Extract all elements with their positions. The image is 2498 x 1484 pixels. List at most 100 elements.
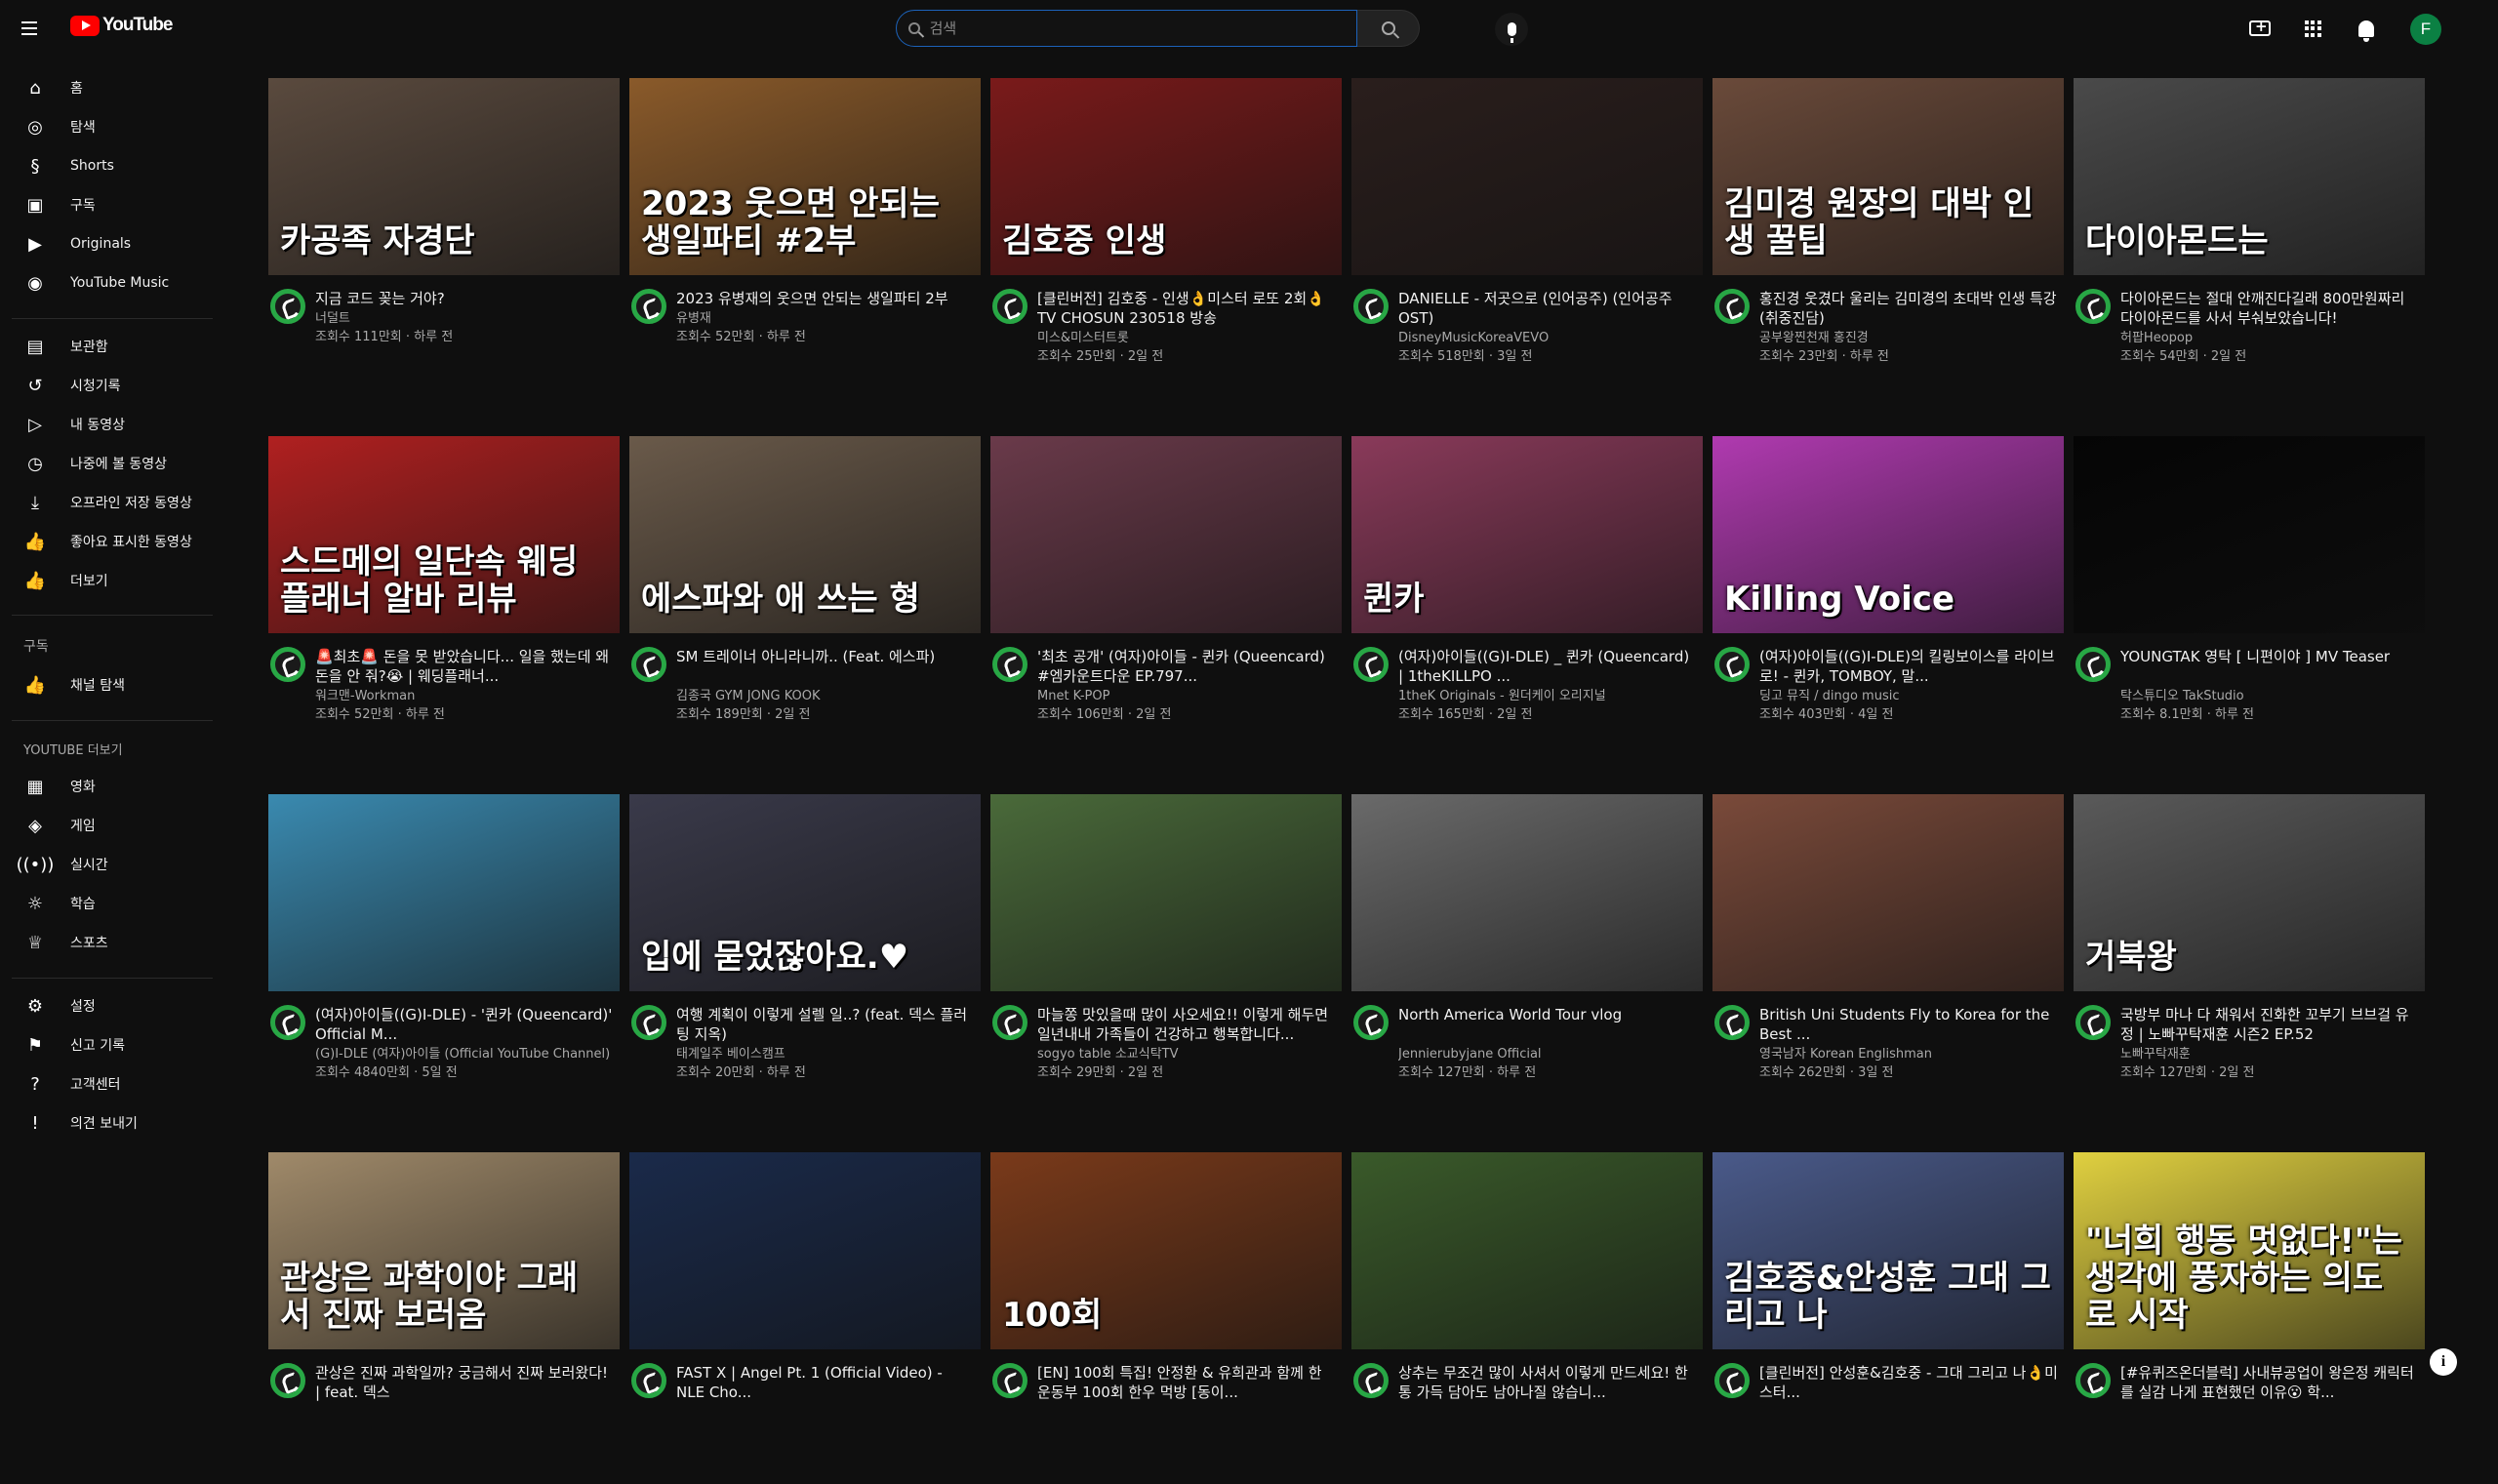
sidebar-item-show-more[interactable]: 👍 더보기	[12, 561, 213, 600]
create-button[interactable]	[2247, 16, 2273, 41]
apps-button[interactable]	[2300, 16, 2325, 41]
sidebar-item-learning[interactable]: ☼ 학습	[12, 884, 213, 923]
sidebar-item-movies[interactable]: ▦ 영화	[12, 767, 213, 806]
video-title[interactable]: [#유퀴즈온더블럭] 사내뷰공업이 왕은정 캐릭터를 실감 나게 표현했던 이유…	[2120, 1363, 2419, 1402]
channel-avatar-icon[interactable]	[1714, 1363, 1750, 1398]
video-title[interactable]: [EN] 100회 특집! 안정환 & 유희관과 함께 한 운동부 100회 한…	[1037, 1363, 1336, 1402]
video-card[interactable]: British Uni Students Fly to Korea for th…	[1712, 794, 2064, 1126]
video-card[interactable]: 카공족 자경단 지금 코드 꽂는 거야? 너덜트 조회수 111만회 · 하루 전	[268, 78, 620, 410]
sidebar-item-liked-videos[interactable]: 👍 좋아요 표시한 동영상	[12, 522, 213, 561]
video-thumbnail[interactable]	[1712, 794, 2064, 991]
channel-name[interactable]: 탁스튜디오 TakStudio	[2120, 687, 2419, 705]
channel-avatar-icon[interactable]	[1714, 1005, 1750, 1040]
video-card[interactable]: 100회 [EN] 100회 특집! 안정환 & 유희관과 함께 한 운동부 10…	[990, 1152, 1342, 1484]
channel-avatar-icon[interactable]	[1714, 289, 1750, 324]
video-card[interactable]: Killing Voice (여자)아이들((G)I-DLE)의 킬링보이스를 라…	[1712, 436, 2064, 768]
channel-avatar-icon[interactable]	[631, 1363, 666, 1398]
channel-avatar-icon[interactable]	[2075, 1005, 2111, 1040]
search-input[interactable]	[929, 20, 1356, 37]
youtube-logo[interactable]: YouTube	[70, 15, 173, 36]
video-title[interactable]: 국방부 마나 다 채워서 진화한 꼬부기 브브걸 유정 | 노빠꾸탁재훈 시즌2…	[2120, 1005, 2419, 1044]
channel-avatar-icon[interactable]	[1353, 1363, 1389, 1398]
video-title[interactable]: [클린버전] 김호중 - 인생👌미스터 로또 2회👌 TV CHOSUN 230…	[1037, 289, 1336, 328]
channel-name[interactable]: 영국남자 Korean Englishman	[1759, 1045, 2058, 1063]
channel-name[interactable]: 공부왕찐천재 홍진경	[1759, 329, 2058, 347]
video-card[interactable]: 김미경 원장의 대박 인생 꿀팁 홍진경 웃겼다 울리는 김미경의 초대박 인생 …	[1712, 78, 2064, 410]
video-thumbnail[interactable]	[2074, 436, 2425, 633]
video-thumbnail[interactable]: 거북왕	[2074, 794, 2425, 991]
video-thumbnail[interactable]	[629, 1152, 981, 1349]
channel-avatar-icon[interactable]	[270, 1363, 305, 1398]
video-thumbnail[interactable]	[1351, 1152, 1703, 1349]
search-field[interactable]	[896, 10, 1357, 47]
video-title[interactable]: (여자)아이들((G)I-DLE)의 킬링보이스를 라이브로! - 퀸카, TO…	[1759, 647, 2058, 686]
channel-name[interactable]: 태계일주 베이스캠프	[676, 1045, 975, 1063]
video-card[interactable]: DANIELLE - 저곳으로 (인어공주) (인어공주 OST) DisneyM…	[1351, 78, 1703, 410]
channel-name[interactable]: 유병재	[676, 309, 975, 328]
video-title[interactable]: YOUNGTAK 영탁 [ 니편이야 ] MV Teaser	[2120, 647, 2419, 666]
channel-avatar-icon[interactable]	[1353, 647, 1389, 682]
video-card[interactable]: "너희 행동 멋없다!"는 생각에 풍자하는 의도로 시작 [#유퀴즈온더블럭] …	[2074, 1152, 2425, 1484]
video-card[interactable]: 2023 웃으면 안되는 생일파티 #2부 2023 유병재의 웃으면 안되는 생…	[629, 78, 981, 410]
sidebar-item-home[interactable]: ⌂ 홈	[12, 68, 213, 107]
video-card[interactable]: FAST X | Angel Pt. 1 (Official Video) - …	[629, 1152, 981, 1484]
channel-avatar-icon[interactable]	[2075, 289, 2111, 324]
channel-name[interactable]: 딩고 뮤직 / dingo music	[1759, 687, 2058, 705]
channel-avatar-icon[interactable]	[992, 1363, 1027, 1398]
channel-avatar-icon[interactable]	[270, 289, 305, 324]
channel-name[interactable]: 미스&미스터트롯	[1037, 329, 1336, 347]
channel-name[interactable]: 1theK Originals - 원더케이 오리지널	[1398, 687, 1697, 705]
channel-avatar-icon[interactable]	[1353, 289, 1389, 324]
video-thumbnail[interactable]	[990, 436, 1342, 633]
video-thumbnail[interactable]	[1351, 78, 1703, 275]
channel-name[interactable]: 워크맨-Workman	[315, 687, 614, 705]
channel-avatar-icon[interactable]	[270, 647, 305, 682]
video-card[interactable]: 관상은 과학이야 그래서 진짜 보러옴 관상은 진짜 과학일까? 궁금해서 진짜 …	[268, 1152, 620, 1484]
video-thumbnail[interactable]: 입에 묻었잖아요.♥	[629, 794, 981, 991]
video-card[interactable]: 거북왕국방부 마나 다 채워서 진화한 꼬부기 브브걸 유정 | 노빠꾸탁재훈 …	[2074, 794, 2425, 1126]
channel-avatar-icon[interactable]	[1714, 647, 1750, 682]
video-thumbnail[interactable]: 100회	[990, 1152, 1342, 1349]
channel-name[interactable]: (G)I-DLE (여자)아이들 (Official YouTube Chann…	[315, 1045, 614, 1063]
video-thumbnail[interactable]: 관상은 과학이야 그래서 진짜 보러옴	[268, 1152, 620, 1349]
video-title[interactable]: FAST X | Angel Pt. 1 (Official Video) - …	[676, 1363, 975, 1402]
video-card[interactable]: (여자)아이들((G)I-DLE) - '퀸카 (Queencard)' Off…	[268, 794, 620, 1126]
channel-name[interactable]: 김종국 GYM JONG KOOK	[676, 687, 975, 705]
video-title[interactable]: 마늘쫑 맛있을때 많이 사오세요!! 이렇게 해두면 일년내내 가족들이 건강하…	[1037, 1005, 1336, 1044]
video-card[interactable]: North America World Tour vlog Jennierubyj…	[1351, 794, 1703, 1126]
video-title[interactable]: British Uni Students Fly to Korea for th…	[1759, 1005, 2058, 1044]
sidebar-item-shorts[interactable]: § Shorts	[12, 146, 213, 185]
search-button[interactable]	[1357, 10, 1420, 47]
channel-avatar-icon[interactable]	[631, 1005, 666, 1040]
video-card[interactable]: 에스파와 애 쓰는 형 SM 트레이너 아니라니까.. (Feat. 에스파) 김종…	[629, 436, 981, 768]
video-title[interactable]: [클린버전] 안성훈&김호중 - 그대 그리고 나👌미스터...	[1759, 1363, 2058, 1402]
video-thumbnail[interactable]: "너희 행동 멋없다!"는 생각에 풍자하는 의도로 시작	[2074, 1152, 2425, 1349]
video-title[interactable]: DANIELLE - 저곳으로 (인어공주) (인어공주 OST)	[1398, 289, 1697, 328]
video-title[interactable]: 2023 유병재의 웃으면 안되는 생일파티 2부	[676, 289, 975, 308]
sidebar-item-history[interactable]: ↺ 시청기록	[12, 366, 213, 405]
video-thumbnail[interactable]: 퀸카	[1351, 436, 1703, 633]
sidebar-item-downloads[interactable]: ⤓ 오프라인 저장 동영상	[12, 483, 213, 522]
channel-avatar-icon[interactable]	[2075, 647, 2111, 682]
voice-search-button[interactable]	[1495, 13, 1528, 46]
sidebar-item-help[interactable]: ? 고객센터	[12, 1064, 213, 1103]
sidebar-item-youtube-music[interactable]: ◉ YouTube Music	[12, 263, 213, 302]
video-title[interactable]: North America World Tour vlog	[1398, 1005, 1697, 1024]
video-title[interactable]: '최초 공개' (여자)아이들 - 퀸카 (Queencard) #엠카운트다운…	[1037, 647, 1336, 686]
channel-avatar-icon[interactable]	[1353, 1005, 1389, 1040]
video-title[interactable]: 상추는 무조건 많이 사셔서 이렇게 만드세요! 한통 가득 담아도 남아나질 …	[1398, 1363, 1697, 1402]
sidebar-item-subscriptions[interactable]: ▣ 구독	[12, 185, 213, 224]
channel-avatar-icon[interactable]	[270, 1005, 305, 1040]
video-thumbnail[interactable]: 에스파와 애 쓰는 형	[629, 436, 981, 633]
channel-avatar-icon[interactable]	[631, 289, 666, 324]
sidebar-item-report-history[interactable]: ⚑ 신고 기록	[12, 1025, 213, 1064]
video-thumbnail[interactable]: 다이아몬드는	[2074, 78, 2425, 275]
video-title[interactable]: 지금 코드 꽂는 거야?	[315, 289, 614, 308]
channel-name[interactable]: sogyo table 소교식탁TV	[1037, 1045, 1336, 1063]
sidebar-item-originals[interactable]: ▶ Originals	[12, 224, 213, 263]
video-card[interactable]: 스드메의 일단속 웨딩플래너 알바 리뷰 🚨최초🚨 돈을 못 받았습니다... 일…	[268, 436, 620, 768]
sidebar-item-live[interactable]: ((•)) 실시간	[12, 845, 213, 884]
video-card[interactable]: 상추는 무조건 많이 사셔서 이렇게 만드세요! 한통 가득 담아도 남아나질 …	[1351, 1152, 1703, 1484]
video-thumbnail[interactable]	[268, 794, 620, 991]
sidebar-item-your-videos[interactable]: ▷ 내 동영상	[12, 405, 213, 444]
